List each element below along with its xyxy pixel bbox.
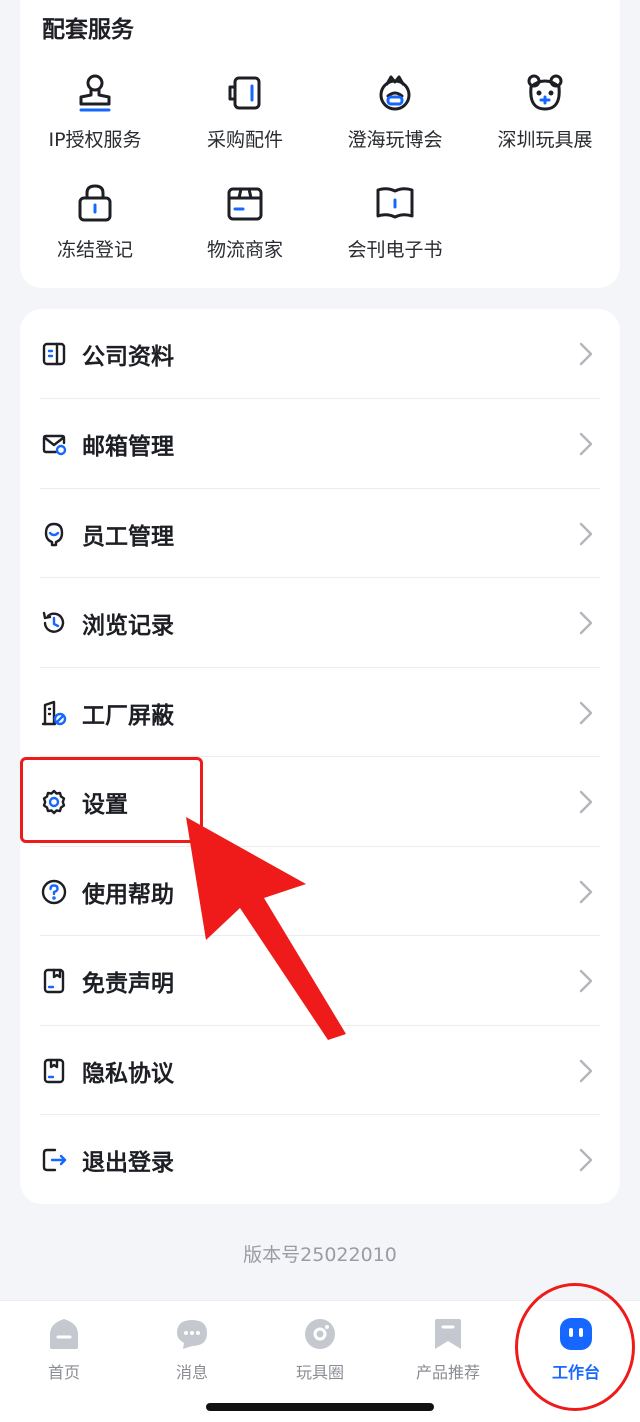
privacy-icon — [43, 1058, 65, 1083]
tab-product-recommend[interactable]: 产品推荐 — [384, 1317, 512, 1387]
service-label: 采购配件 — [206, 129, 283, 151]
menu-item-staff[interactable]: 员工管理 — [20, 489, 620, 578]
factory-block-icon — [41, 700, 67, 725]
battery-icon — [228, 76, 261, 110]
service-label: 澄海玩博会 — [347, 129, 443, 151]
tab-label: 产品推荐 — [415, 1363, 480, 1382]
chevron-right-icon — [579, 611, 593, 634]
service-label: 会刊电子书 — [347, 239, 443, 261]
tab-label: 玩具圈 — [295, 1363, 344, 1382]
service-logistics[interactable]: 物流商家 — [170, 175, 320, 275]
menu-item-mailbox[interactable]: 邮箱管理 — [20, 399, 620, 488]
menu-item-label: 邮箱管理 — [82, 433, 174, 460]
menu-item-label: 公司资料 — [82, 343, 174, 370]
company-profile-icon — [42, 342, 66, 365]
service-ebook[interactable]: 会刊电子书 — [320, 175, 470, 275]
book-icon — [376, 187, 414, 219]
chevron-right-icon — [579, 342, 593, 365]
tab-toy-circle[interactable]: 玩具圈 — [256, 1317, 384, 1387]
chevron-right-icon — [579, 432, 593, 455]
menu-item-label: 浏览记录 — [82, 612, 174, 639]
workbench-page: 配套服务 IP授权服务 采购配件 澄海玩博会 深圳玩具展 冻结登记 物流商家 会… — [0, 0, 640, 1422]
stamp-icon — [79, 74, 111, 112]
menu-item-label: 工厂屏蔽 — [82, 702, 174, 729]
expo-icon — [379, 75, 411, 111]
service-shenzhen-toy-fair[interactable]: 深圳玩具展 — [470, 65, 620, 165]
chevron-right-icon — [579, 701, 593, 724]
service-chenghai-expo[interactable]: 澄海玩博会 — [320, 65, 470, 165]
lock-icon — [78, 184, 112, 222]
service-label: 深圳玩具展 — [497, 129, 593, 151]
menu-item-label: 免责声明 — [82, 970, 174, 997]
tab-label: 消息 — [175, 1363, 208, 1382]
service-ip-license[interactable]: IP授权服务 — [20, 65, 170, 165]
menu-item-factory-block[interactable]: 工厂屏蔽 — [20, 668, 620, 757]
service-freeze-registration[interactable]: 冻结登记 — [20, 175, 170, 275]
disclaimer-icon — [43, 968, 65, 993]
menu-item-browse-history[interactable]: 浏览记录 — [20, 578, 620, 667]
toy-circle-icon — [305, 1319, 335, 1349]
bear-icon — [527, 74, 563, 111]
help-icon — [41, 879, 67, 904]
tab-home[interactable]: 首页 — [0, 1317, 128, 1387]
tab-messages[interactable]: 消息 — [128, 1317, 256, 1387]
home-indicator[interactable] — [206, 1403, 434, 1411]
service-label: 冻结登记 — [56, 239, 133, 261]
service-label: 物流商家 — [206, 239, 283, 261]
mailbox-icon — [42, 434, 67, 455]
message-icon — [177, 1320, 207, 1349]
chevron-right-icon — [579, 790, 593, 813]
bookmark-icon — [435, 1319, 461, 1349]
chevron-right-icon — [579, 522, 593, 545]
chevron-right-icon — [579, 969, 593, 992]
version-text: 版本号25022010 — [243, 1244, 397, 1266]
menu-item-label: 隐私协议 — [82, 1060, 174, 1087]
service-label: IP授权服务 — [48, 129, 142, 151]
workbench-circle-annotation — [515, 1283, 635, 1411]
service-purchase-parts[interactable]: 采购配件 — [170, 65, 320, 165]
logout-icon — [42, 1148, 67, 1171]
staff-icon — [44, 522, 64, 546]
chevron-right-icon — [579, 1148, 593, 1171]
red-arrow-annotation — [186, 817, 346, 1040]
menu-item-label: 退出登录 — [82, 1149, 174, 1176]
services-title: 配套服务 — [42, 17, 134, 43]
menu-item-logout[interactable]: 退出登录 — [20, 1115, 620, 1204]
services-card: 配套服务 IP授权服务 采购配件 澄海玩博会 深圳玩具展 冻结登记 物流商家 会… — [20, 0, 620, 288]
home-icon — [50, 1319, 78, 1349]
menu-item-label: 使用帮助 — [82, 881, 174, 908]
history-icon — [42, 611, 65, 633]
truck-box-icon — [227, 187, 263, 221]
menu-item-company-profile[interactable]: 公司资料 — [20, 309, 620, 398]
menu-item-label: 员工管理 — [82, 523, 174, 550]
chevron-right-icon — [579, 1059, 593, 1082]
tab-label: 首页 — [47, 1363, 80, 1382]
chevron-right-icon — [579, 880, 593, 903]
